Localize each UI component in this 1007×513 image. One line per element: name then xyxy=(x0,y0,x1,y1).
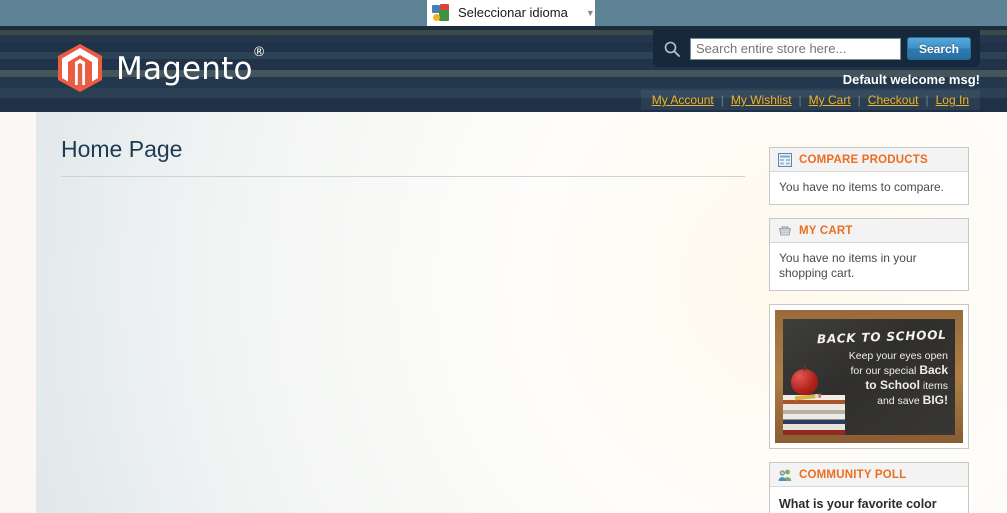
link-my-wishlist[interactable]: My Wishlist xyxy=(724,93,799,107)
link-log-in[interactable]: Log In xyxy=(929,93,976,107)
chalkboard: BACK TO SCHOOL Keep your eyes open for o… xyxy=(783,319,955,435)
compare-grid-icon xyxy=(778,152,792,167)
shopping-cart-icon xyxy=(778,224,792,238)
banner-line-1: Keep your eyes open xyxy=(848,350,948,362)
chevron-down-icon[interactable]: ▼ xyxy=(586,0,595,26)
search-bar: Search xyxy=(653,30,980,67)
banner-copy: Keep your eyes open for our special Back… xyxy=(830,349,948,408)
link-my-account[interactable]: My Account xyxy=(645,93,721,107)
compare-products-body: You have no items to compare. xyxy=(779,180,944,194)
banner-line-4-bold: BIG! xyxy=(922,393,948,407)
my-cart-title: MY CART xyxy=(799,224,853,237)
back-to-school-banner[interactable]: BACK TO SCHOOL Keep your eyes open for o… xyxy=(769,304,969,449)
google-translate-bar: Seleccionar idioma ▼ xyxy=(0,0,1007,26)
account-links: My Account | My Wishlist | My Cart | Che… xyxy=(640,90,980,110)
magento-logo[interactable]: Magento® xyxy=(58,44,266,92)
link-checkout[interactable]: Checkout xyxy=(861,93,926,107)
language-selector-label: Seleccionar idioma xyxy=(458,5,568,20)
community-poll-title: COMMUNITY POLL xyxy=(799,468,907,481)
community-poll-block: COMMUNITY POLL What is your favorite col… xyxy=(769,462,969,513)
poll-question: What is your favorite color xyxy=(779,497,937,511)
banner-line-3-bold: to School xyxy=(865,378,920,392)
my-cart-header: MY CART xyxy=(770,219,968,243)
welcome-message: Default welcome msg! xyxy=(842,72,980,87)
banner-line-3-post: items xyxy=(919,380,948,392)
compare-products-title: COMPARE PRODUCTS xyxy=(799,153,928,166)
community-poll-header: COMMUNITY POLL xyxy=(770,463,968,487)
search-input[interactable] xyxy=(690,37,901,60)
banner-line-2-pre: for our special xyxy=(850,365,920,377)
link-my-cart[interactable]: My Cart xyxy=(802,93,858,107)
community-poll-body: What is your favorite color Green xyxy=(770,487,968,513)
compare-products-header: COMPARE PRODUCTS xyxy=(770,148,968,172)
my-cart-block: MY CART You have no items in your shoppi… xyxy=(769,218,969,291)
apple-illustration xyxy=(791,369,818,395)
magento-hexagon-logo-icon xyxy=(58,44,102,92)
google-translate-icon xyxy=(431,3,451,23)
language-selector[interactable]: Seleccionar idioma ▼ xyxy=(427,0,595,26)
banner-heading: BACK TO SCHOOL xyxy=(816,327,947,347)
registered-mark: ® xyxy=(252,44,266,60)
content-column: Home Page COMPARE PRODUCTS You have no i… xyxy=(36,112,1007,513)
banner-line-2-bold: Back xyxy=(919,363,948,377)
search-button[interactable]: Search xyxy=(906,37,971,60)
right-sidebar: COMPARE PRODUCTS You have no items to co… xyxy=(769,147,969,513)
chalkboard-frame: BACK TO SCHOOL Keep your eyes open for o… xyxy=(775,310,963,443)
magento-logo-text: Magento® xyxy=(116,44,266,87)
my-cart-body: You have no items in your shopping cart. xyxy=(779,251,917,280)
page-body: Home Page COMPARE PRODUCTS You have no i… xyxy=(0,112,1007,513)
banner-image: BACK TO SCHOOL Keep your eyes open for o… xyxy=(775,310,963,443)
search-icon xyxy=(663,40,681,58)
community-poll-icon xyxy=(778,468,792,482)
page-title: Home Page xyxy=(61,136,745,177)
browser-page: Seleccionar idioma ▼ Magento® Search ent… xyxy=(0,0,1007,513)
site-header: Magento® Search Default welcome msg! My … xyxy=(0,26,1007,112)
banner-line-4-pre: and save xyxy=(877,395,923,407)
header-inner: Magento® Search Default welcome msg! My … xyxy=(36,26,1007,112)
compare-products-block: COMPARE PRODUCTS You have no items to co… xyxy=(769,147,969,205)
main-content: Home Page xyxy=(61,136,761,177)
